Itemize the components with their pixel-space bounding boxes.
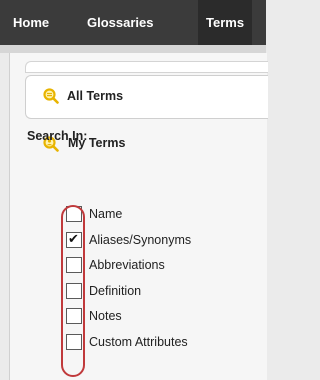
search-option-label: Name — [89, 207, 123, 221]
search-option-checkbox[interactable] — [66, 308, 82, 324]
nav-home[interactable]: Home — [13, 0, 49, 45]
nav-divider — [0, 45, 266, 53]
search-option-checkbox[interactable] — [66, 283, 82, 299]
search-option-1[interactable]: ✔ Aliases/Synonyms — [66, 231, 256, 250]
checkmark-icon: ✔ — [68, 231, 79, 246]
top-navigation-bar: Home Glossaries Terms — [0, 0, 266, 45]
search-option-label: Aliases/Synonyms — [89, 233, 192, 247]
all-terms-button[interactable]: All Terms — [25, 75, 268, 119]
search-option-checkbox[interactable] — [66, 257, 82, 273]
search-option-label: Custom Attributes — [89, 335, 188, 349]
search-in-label: Search In: — [27, 129, 88, 143]
all-terms-label: All Terms — [67, 89, 124, 103]
search-option-2[interactable]: Abbreviations — [66, 257, 256, 275]
search-option-4[interactable]: Notes — [66, 308, 256, 326]
panel-header-strip — [25, 61, 268, 73]
search-option-5[interactable]: Custom Attributes — [66, 334, 256, 352]
search-option-checkbox[interactable] — [66, 334, 82, 350]
search-option-label: Abbreviations — [89, 258, 165, 272]
nav-glossaries[interactable]: Glossaries — [87, 0, 154, 45]
search-option-checkbox[interactable]: ✔ — [66, 231, 82, 248]
search-option-checkbox[interactable] — [66, 206, 82, 222]
search-option-3[interactable]: Definition — [66, 283, 256, 301]
search-icon — [43, 88, 59, 104]
search-option-label: Notes — [89, 309, 122, 323]
nav-terms[interactable]: Terms — [198, 0, 253, 45]
search-option-label: Definition — [89, 284, 142, 298]
search-option-0[interactable]: Name — [66, 206, 256, 224]
